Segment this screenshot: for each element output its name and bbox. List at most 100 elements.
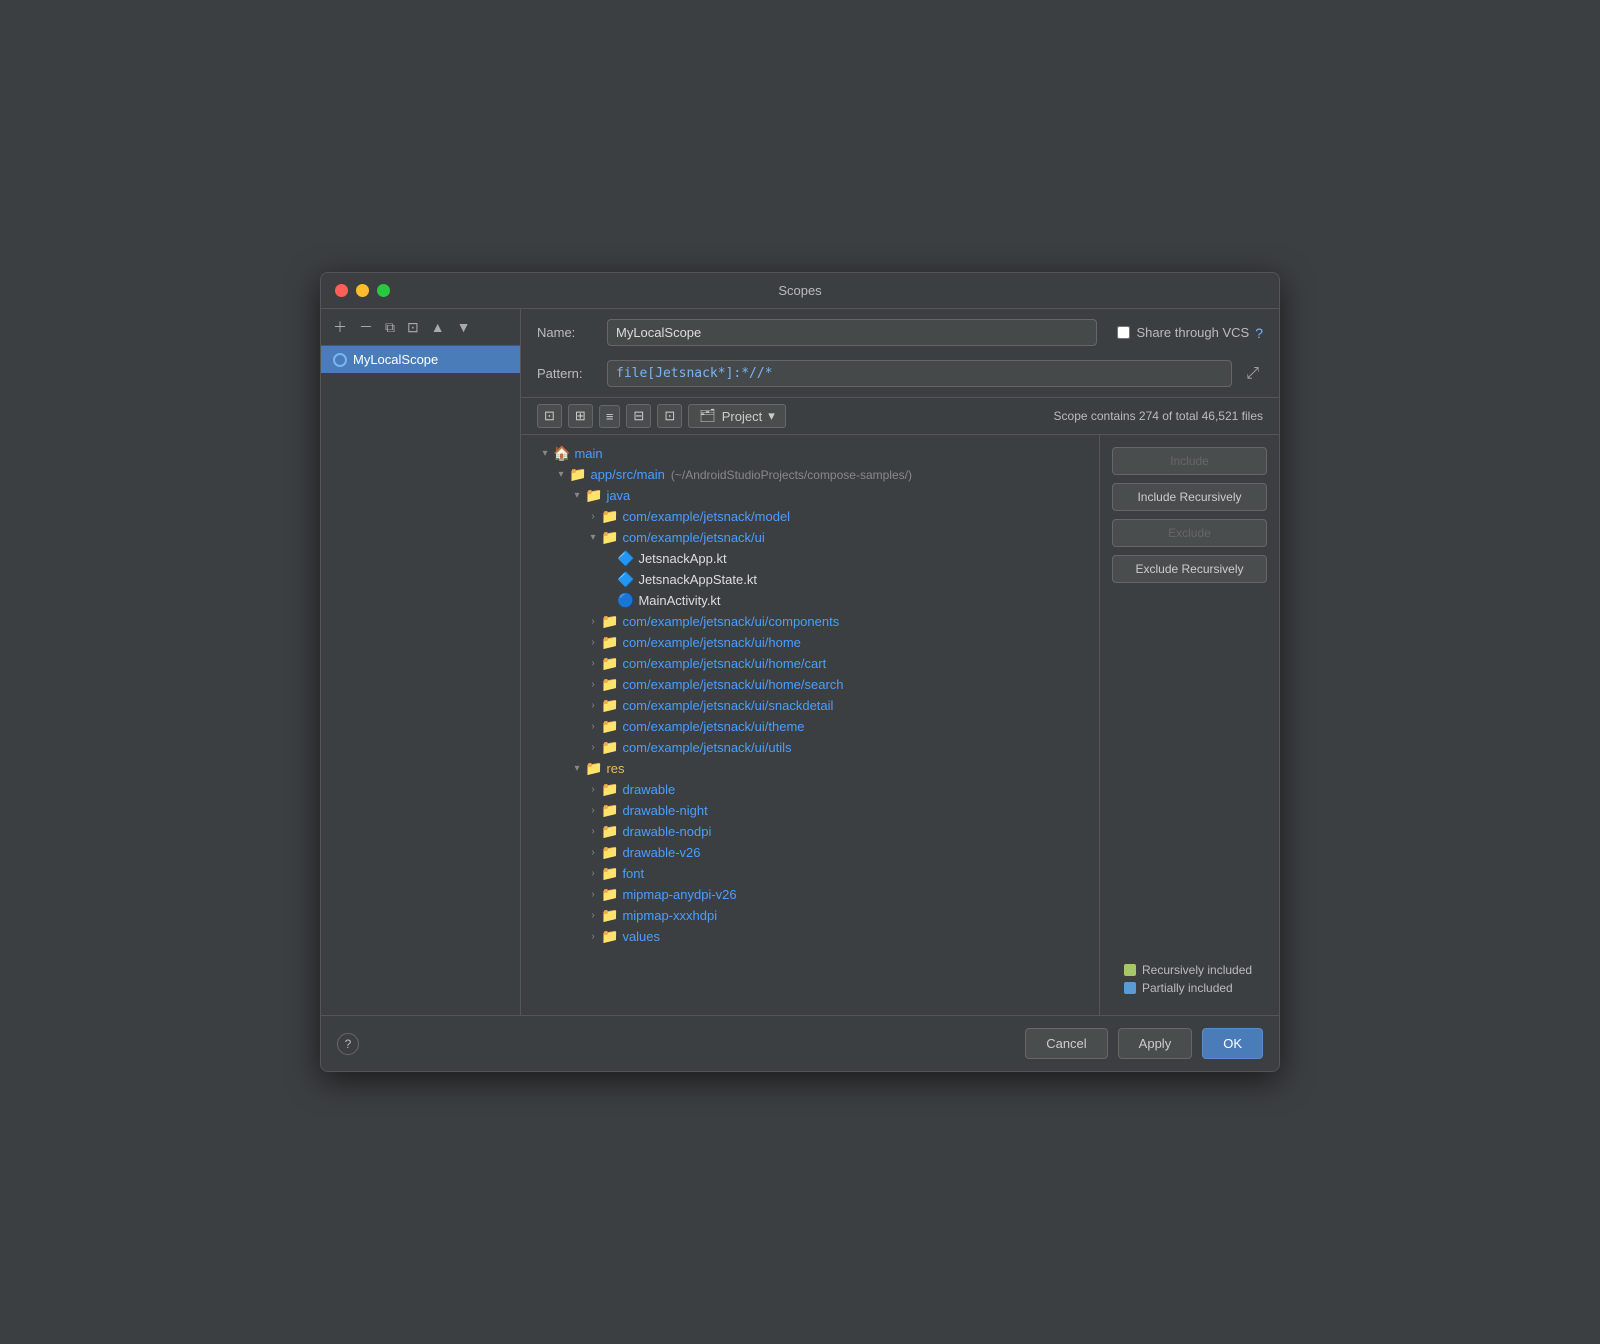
name-input[interactable] <box>607 319 1097 346</box>
tree-node-model[interactable]: › 📁 com/example/jetsnack/model <box>521 506 1099 527</box>
tree-node-mainactivity[interactable]: 🔵 MainActivity.kt <box>521 590 1099 611</box>
node-label-drawable-v26: drawable-v26 <box>622 845 700 860</box>
tree-node-values[interactable]: › 📁 values <box>521 926 1099 947</box>
vcs-checkbox[interactable] <box>1117 326 1130 339</box>
tree-node-drawable[interactable]: › 📁 drawable <box>521 779 1099 800</box>
main-icon: 🏠 <box>553 445 570 462</box>
toggle-values[interactable]: › <box>585 931 601 942</box>
save-scope-button[interactable]: ⊡ <box>403 317 423 338</box>
toggle-theme[interactable]: › <box>585 721 601 732</box>
tree-node-app-src-main[interactable]: ▾ 📁 app/src/main (~/AndroidStudioProject… <box>521 464 1099 485</box>
toggle-mipmap-xxxhdpi[interactable]: › <box>585 910 601 921</box>
tree-node-drawable-v26[interactable]: › 📁 drawable-v26 <box>521 842 1099 863</box>
tree-node-drawable-nodpi[interactable]: › 📁 drawable-nodpi <box>521 821 1099 842</box>
file-tree[interactable]: ▾ 🏠 main ▾ 📁 app/src/main (~/AndroidStud… <box>521 435 1099 1015</box>
pattern-input[interactable] <box>607 360 1232 387</box>
group-button[interactable]: ⊟ <box>626 404 651 428</box>
pattern-label: Pattern: <box>537 366 597 381</box>
maximize-button[interactable] <box>377 284 390 297</box>
kt-jetsnackapp-icon: 🔷 <box>617 550 634 567</box>
expand-all-button[interactable]: ⊞ <box>568 404 593 428</box>
folder-home-icon: 📁 <box>601 634 618 651</box>
toggle-snackdetail[interactable]: › <box>585 700 601 711</box>
move-down-button[interactable]: ▼ <box>453 317 475 337</box>
cancel-button[interactable]: Cancel <box>1025 1028 1107 1059</box>
include-recursively-button[interactable]: Include Recursively <box>1112 483 1267 511</box>
minimize-button[interactable] <box>356 284 369 297</box>
node-label-components: com/example/jetsnack/ui/components <box>622 614 839 629</box>
legend-partially-included: Partially included <box>1124 981 1255 995</box>
pattern-expand-button[interactable]: ⤢ <box>1242 365 1263 383</box>
tree-node-home[interactable]: › 📁 com/example/jetsnack/ui/home <box>521 632 1099 653</box>
tree-node-mipmap-anydpi[interactable]: › 📁 mipmap-anydpi-v26 <box>521 884 1099 905</box>
exclude-recursively-button[interactable]: Exclude Recursively <box>1112 555 1267 583</box>
flatten-button[interactable]: ≡ <box>599 405 621 428</box>
tree-node-drawable-night[interactable]: › 📁 drawable-night <box>521 800 1099 821</box>
node-label-java: java <box>606 488 630 503</box>
folder-homesearch-icon: 📁 <box>601 676 618 693</box>
sidebar-item-myscope[interactable]: MyLocalScope <box>321 346 520 373</box>
move-up-button[interactable]: ▲ <box>427 317 449 337</box>
exclude-button[interactable]: Exclude <box>1112 519 1267 547</box>
toggle-app-src-main[interactable]: ▾ <box>553 469 569 480</box>
tree-node-ui[interactable]: ▾ 📁 com/example/jetsnack/ui <box>521 527 1099 548</box>
node-label-main: main <box>574 446 602 461</box>
collapse-all-button[interactable]: ⊡ <box>537 404 562 428</box>
filter-button[interactable]: ⊡ <box>657 404 682 428</box>
tree-node-font[interactable]: › 📁 font <box>521 863 1099 884</box>
node-label-mipmap-xxxhdpi: mipmap-xxxhdpi <box>622 908 717 923</box>
toggle-main[interactable]: ▾ <box>537 448 553 459</box>
tree-node-res[interactable]: ▾ 📁 res <box>521 758 1099 779</box>
toggle-model[interactable]: › <box>585 511 601 522</box>
tree-node-components[interactable]: › 📁 com/example/jetsnack/ui/components <box>521 611 1099 632</box>
tree-node-utils[interactable]: › 📁 com/example/jetsnack/ui/utils <box>521 737 1099 758</box>
tree-node-theme[interactable]: › 📁 com/example/jetsnack/ui/theme <box>521 716 1099 737</box>
help-button[interactable]: ? <box>337 1033 359 1055</box>
legend-recursively-included: Recursively included <box>1124 963 1255 977</box>
ok-button[interactable]: OK <box>1202 1028 1263 1059</box>
remove-scope-button[interactable]: － <box>355 315 377 339</box>
tree-node-jetsnackappstate[interactable]: 🔷 JetsnackAppState.kt <box>521 569 1099 590</box>
node-label-homesearch: com/example/jetsnack/ui/home/search <box>622 677 843 692</box>
legend-partially-label: Partially included <box>1142 981 1233 995</box>
toggle-drawable-v26[interactable]: › <box>585 847 601 858</box>
toggle-homesearch[interactable]: › <box>585 679 601 690</box>
tree-node-snackdetail[interactable]: › 📁 com/example/jetsnack/ui/snackdetail <box>521 695 1099 716</box>
toggle-components[interactable]: › <box>585 616 601 627</box>
tree-node-mipmap-xxxhdpi[interactable]: › 📁 mipmap-xxxhdpi <box>521 905 1099 926</box>
toggle-cart[interactable]: › <box>585 658 601 669</box>
toggle-mipmap-anydpi[interactable]: › <box>585 889 601 900</box>
vcs-label: Share through VCS <box>1136 325 1249 340</box>
node-label-jetsnackappstate: JetsnackAppState.kt <box>638 572 757 587</box>
close-button[interactable] <box>335 284 348 297</box>
node-hint-app-src-main: (~/AndroidStudioProjects/compose-samples… <box>671 468 912 482</box>
folder-ui-icon: 📁 <box>601 529 618 546</box>
tree-node-cart[interactable]: › 📁 com/example/jetsnack/ui/home/cart <box>521 653 1099 674</box>
folder-res-icon: 📁 <box>585 760 602 777</box>
tree-node-java[interactable]: ▾ 📁 java <box>521 485 1099 506</box>
tree-node-jetsnackapp[interactable]: 🔷 JetsnackApp.kt <box>521 548 1099 569</box>
copy-scope-button[interactable]: ⧉ <box>381 317 399 338</box>
node-label-utils: com/example/jetsnack/ui/utils <box>622 740 791 755</box>
toggle-drawable-nodpi[interactable]: › <box>585 826 601 837</box>
toggle-res[interactable]: ▾ <box>569 763 585 774</box>
toggle-drawable-night[interactable]: › <box>585 805 601 816</box>
node-label-app-src-main: app/src/main <box>590 467 664 482</box>
toggle-font[interactable]: › <box>585 868 601 879</box>
folder-mipmap-xxxhdpi-icon: 📁 <box>601 907 618 924</box>
title-bar: Scopes <box>321 273 1279 309</box>
toggle-utils[interactable]: › <box>585 742 601 753</box>
add-scope-button[interactable]: ＋ <box>329 315 351 339</box>
toggle-ui[interactable]: ▾ <box>585 532 601 543</box>
folder-cart-icon: 📁 <box>601 655 618 672</box>
toggle-drawable[interactable]: › <box>585 784 601 795</box>
toggle-home[interactable]: › <box>585 637 601 648</box>
project-dropdown[interactable]: 🗂 Project ▾ <box>688 404 786 428</box>
tree-node-homesearch[interactable]: › 📁 com/example/jetsnack/ui/home/search <box>521 674 1099 695</box>
tree-node-main[interactable]: ▾ 🏠 main <box>521 443 1099 464</box>
node-label-home: com/example/jetsnack/ui/home <box>622 635 800 650</box>
apply-button[interactable]: Apply <box>1118 1028 1193 1059</box>
toggle-java[interactable]: ▾ <box>569 490 585 501</box>
include-button[interactable]: Include <box>1112 447 1267 475</box>
vcs-help-icon[interactable]: ? <box>1255 325 1263 341</box>
